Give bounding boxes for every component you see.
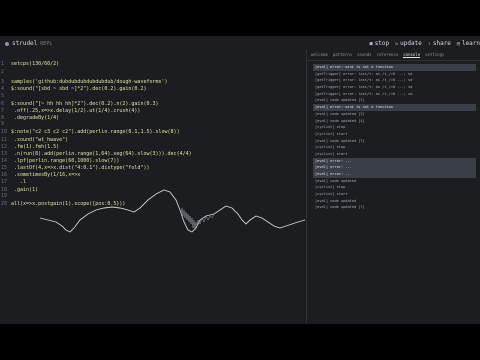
line-number: 4 — [1, 86, 5, 92]
line-number: 6 — [1, 101, 5, 107]
log-entry: [cyclist] stop — [315, 125, 346, 130]
header: strudel REPL ■ stop ↻ update ⇪ share ▤ l… — [0, 36, 480, 50]
log-entry: [eval] code updated [4] — [315, 118, 365, 123]
side-panel: welcome patterns sounds reference console set… — [307, 50, 480, 324]
learn-button[interactable]: ▤ learn — [457, 40, 480, 47]
app-version: REPL — [40, 40, 53, 47]
logo-icon — [5, 41, 9, 46]
stop-button[interactable]: ■ stop — [370, 40, 389, 47]
code-line[interactable]: $:note("c2 c3 c2 c2").add(perlin.range(0… — [11, 129, 180, 135]
learn-label: learn — [461, 40, 480, 47]
log-entry: [eval] code updated — [315, 178, 357, 183]
code-line[interactable]: .degradeBy(1/4) — [11, 115, 59, 121]
tab-console[interactable]: console — [403, 52, 421, 58]
log-entry: [getTrigger] error: last/t: as /t_/=0 ..… — [315, 91, 413, 96]
log-entry: [eval] error: mini is not a function — [313, 104, 476, 111]
code-line[interactable]: .n(run(8).add(perlin.range(1,64).seg(64)… — [11, 151, 192, 157]
code-line[interactable]: samples('github:dubdubdubdubdubdub/dough… — [11, 79, 168, 85]
tab-reference[interactable]: reference — [377, 52, 399, 58]
tab-welcome[interactable]: welcome — [311, 52, 328, 58]
log-entry: [cyclist] start — [315, 131, 348, 136]
code-line[interactable]: $:sound("[~ hh hh hh]*2").dec(0.2).n(2).… — [11, 101, 159, 107]
log-entry: [cyclist] start — [315, 151, 348, 156]
log-entry: [eval] code updated [2] — [315, 98, 365, 103]
app-logo: strudel REPL — [5, 40, 52, 47]
code-line[interactable]: .off(.25,x=>x.delay(1/2).ut(1/4).crush(4… — [11, 108, 140, 114]
code-line[interactable]: $:sound("[sbd ~ sbd ~]*2").dec(0.2).gain… — [11, 86, 146, 92]
log-entry: [eval] code updated [7] — [315, 138, 365, 143]
log-entry: [cyclist] start — [315, 192, 348, 197]
line-number: 11 — [1, 137, 8, 143]
line-number: 14 — [1, 158, 8, 164]
update-label: update — [400, 40, 422, 47]
strudel-app: strudel REPL ■ stop ↻ update ⇪ share ▤ l… — [0, 36, 480, 324]
tab-divider — [307, 60, 480, 61]
log-entry: [eval] error: mini is not a function — [313, 64, 476, 71]
video-frame: strudel REPL ■ stop ↻ update ⇪ share ▤ l… — [0, 0, 480, 360]
code-line[interactable]: .fm(1).fmh(1.5) — [11, 144, 59, 150]
share-button[interactable]: ⇪ share — [428, 40, 451, 47]
line-number: 2 — [1, 69, 5, 75]
stop-label: stop — [374, 40, 390, 47]
log-entry: [eval] error: ... — [313, 171, 476, 178]
code-line[interactable]: setcps(130/60/2) — [11, 61, 59, 67]
log-entry: [eval] code updated [?] — [315, 205, 365, 210]
line-number: 9 — [1, 121, 5, 127]
line-number: 3 — [1, 79, 5, 85]
line-number: 12 — [1, 144, 8, 150]
code-line[interactable]: .lpf(perlin.range(60,1000).slow(7)) — [11, 158, 119, 164]
log-entry: [eval] code updated [3] — [315, 111, 365, 116]
log-entry: [getTrigger] error: last/t: as /t_/=0 ..… — [315, 71, 413, 76]
share-label: share — [432, 40, 451, 47]
log-entry: [eval] error: ... — [313, 164, 476, 171]
waveform-line — [39, 189, 306, 233]
log-entry: [getTrigger] error: last/t: as /t_/=0 ..… — [315, 85, 413, 90]
update-button[interactable]: ↻ update — [395, 40, 422, 47]
line-number: 10 — [1, 129, 8, 135]
header-buttons: ■ stop ↻ update ⇪ share ▤ learn — [370, 40, 480, 47]
app-title: strudel — [12, 40, 38, 47]
share-icon: ⇪ — [427, 40, 431, 47]
log-entry: [eval] code updated — [315, 198, 357, 203]
line-number: 5 — [1, 93, 5, 99]
panel-tabs: welcome patterns sounds reference console set… — [311, 52, 444, 58]
tab-settings[interactable]: settings — [425, 52, 444, 58]
line-number: 13 — [1, 151, 8, 157]
tab-patterns[interactable]: patterns — [333, 52, 352, 58]
line-number: 7 — [1, 108, 5, 114]
line-number: 1 — [1, 61, 5, 67]
stop-icon: ■ — [369, 40, 373, 47]
log-entry: [getTrigger] error: last/t: as /t_/=0 ..… — [315, 78, 413, 83]
code-editor[interactable]: 1 2 3 4 5 6 7 8 9 10 11 12 13 14 15 16 17 18 19 20 setcps(1… — [0, 50, 307, 324]
tab-sounds[interactable]: sounds — [357, 52, 371, 58]
waveform-scope — [39, 189, 306, 233]
refresh-icon: ↻ — [395, 40, 399, 47]
log-entry: [eval] error: ... — [313, 157, 476, 165]
log-entry: [cyclist] stop — [315, 185, 346, 190]
console-log: [eval] error: mini is not a function [get… — [313, 64, 476, 211]
code-line[interactable]: .sound("wt_hwave") — [11, 137, 68, 143]
log-entry: [cyclist] stop — [315, 145, 346, 150]
book-icon: ▤ — [456, 40, 460, 47]
